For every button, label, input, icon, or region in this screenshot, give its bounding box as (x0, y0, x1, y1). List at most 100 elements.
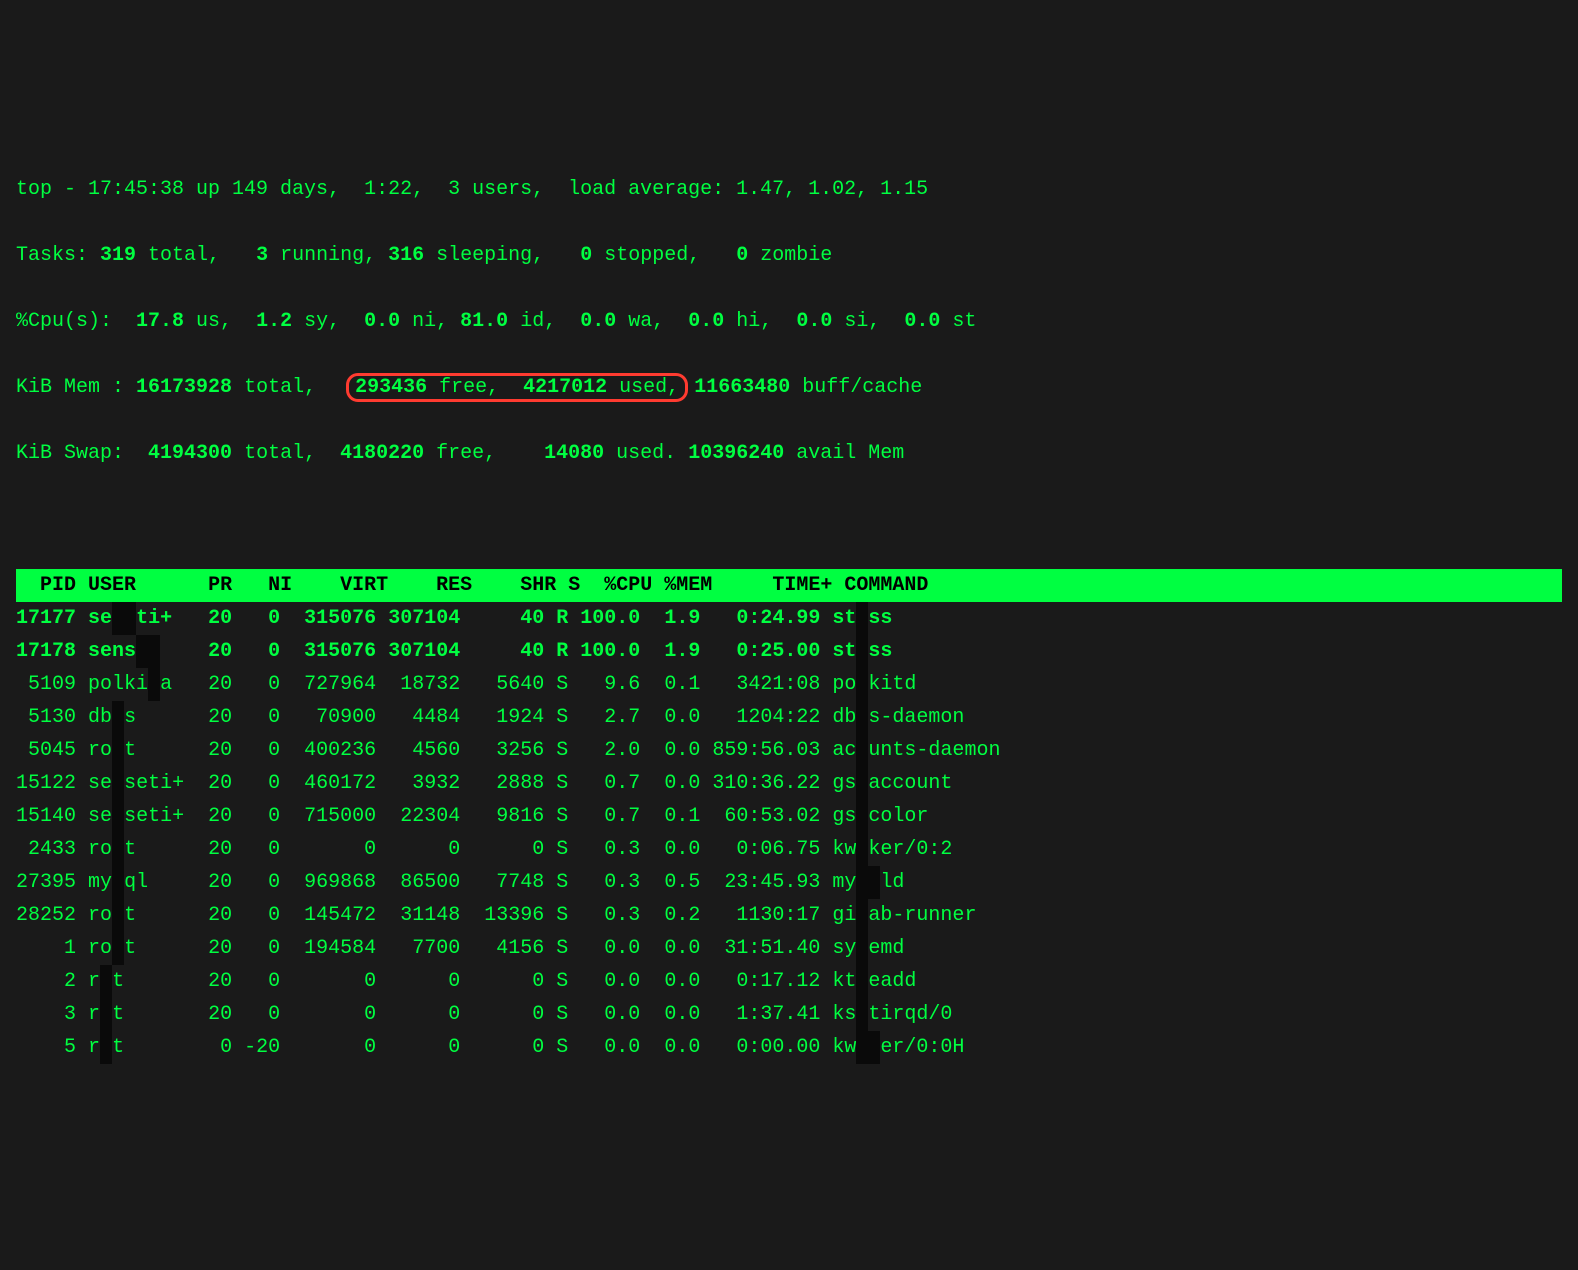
time: 0:24.99 (712, 607, 820, 630)
pid: 2 (16, 970, 76, 993)
virt: 0 (292, 1003, 376, 1026)
mem-pct: 1.9 (652, 607, 700, 630)
mem-pct: 0.0 (652, 1036, 700, 1059)
time: 0:00.00 (712, 1036, 820, 1059)
virt: 315076 (292, 607, 376, 630)
pid: 27395 (16, 871, 76, 894)
state: S (556, 838, 568, 861)
command: kw er/0:0H (832, 1036, 964, 1059)
user: r t (88, 970, 196, 993)
shr: 0 (472, 1036, 544, 1059)
state: R (556, 640, 568, 663)
mem-pct: 0.0 (652, 706, 700, 729)
user: r t (88, 1036, 196, 1059)
command: kt eadd (832, 970, 916, 993)
command: sy emd (832, 937, 904, 960)
cpu-pct: 0.0 (580, 937, 640, 960)
state: S (556, 805, 568, 828)
shr: 2888 (472, 772, 544, 795)
mem-pct: 0.0 (652, 937, 700, 960)
col-pr: PR (208, 574, 232, 597)
mem-pct: 0.1 (652, 805, 700, 828)
cpu-pct: 0.3 (580, 904, 640, 927)
user: ro t (88, 838, 196, 861)
ni: 0 (244, 607, 280, 630)
user: r t (88, 1003, 196, 1026)
pid: 5130 (16, 706, 76, 729)
shr: 1924 (472, 706, 544, 729)
state: S (556, 772, 568, 795)
shr: 40 (472, 640, 544, 663)
process-row: 5130 db s 20 0 70900 4484 1924 S 2.7 0.0… (16, 701, 1562, 734)
pr: 0 (208, 1036, 232, 1059)
process-row: 17177 se ti+ 20 0 315076 307104 40 R 100… (16, 602, 1562, 635)
command: my ld (832, 871, 904, 894)
process-row: 5109 polkita 20 0 727964 18732 5640 S 9.… (16, 668, 1562, 701)
virt: 0 (292, 970, 376, 993)
process-row: 15122 se seti+ 20 0 460172 3932 2888 S 0… (16, 767, 1562, 800)
process-row: 5 r t 0 -20 0 0 0 S 0.0 0.0 0:00.00 kw e… (16, 1031, 1562, 1064)
command: kw ker/0:2 (832, 838, 952, 861)
user: se seti+ (88, 772, 196, 795)
virt: 0 (292, 1036, 376, 1059)
pid: 17177 (16, 607, 76, 630)
ni: 0 (244, 904, 280, 927)
cpu-pct: 0.7 (580, 772, 640, 795)
user: my ql (88, 871, 196, 894)
mem-pct: 0.2 (652, 904, 700, 927)
process-row: 3 r t 20 0 0 0 0 S 0.0 0.0 1:37.41 ks ti… (16, 998, 1562, 1031)
shr: 13396 (472, 904, 544, 927)
process-row: 27395 my ql 20 0 969868 86500 7748 S 0.3… (16, 866, 1562, 899)
command: po kitd (832, 673, 916, 696)
virt: 969868 (292, 871, 376, 894)
process-row: 5045 ro t 20 0 400236 4560 3256 S 2.0 0.… (16, 734, 1562, 767)
ni: 0 (244, 838, 280, 861)
pr: 20 (208, 937, 232, 960)
virt: 460172 (292, 772, 376, 795)
time: 23:45.93 (712, 871, 820, 894)
mem-pct: 0.0 (652, 772, 700, 795)
process-row: 15140 se seti+ 20 0 715000 22304 9816 S … (16, 800, 1562, 833)
res: 86500 (388, 871, 460, 894)
ni: -20 (244, 1036, 280, 1059)
ni: 0 (244, 970, 280, 993)
time: 310:36.22 (712, 772, 820, 795)
cpu-pct: 0.7 (580, 805, 640, 828)
res: 0 (388, 970, 460, 993)
res: 22304 (388, 805, 460, 828)
pr: 20 (208, 607, 232, 630)
state: S (556, 1036, 568, 1059)
pid: 5 (16, 1036, 76, 1059)
pid: 5109 (16, 673, 76, 696)
pid: 5045 (16, 739, 76, 762)
cpu-pct: 2.0 (580, 739, 640, 762)
pr: 20 (208, 871, 232, 894)
process-table-header: PID USER PR NI VIRT RES SHR S %CPU %MEM … (16, 569, 1562, 602)
mem-pct: 0.0 (652, 739, 700, 762)
virt: 70900 (292, 706, 376, 729)
pid: 17178 (16, 640, 76, 663)
state: S (556, 904, 568, 927)
pr: 20 (208, 739, 232, 762)
time: 1204:22 (712, 706, 820, 729)
res: 4484 (388, 706, 460, 729)
process-row: 1 ro t 20 0 194584 7700 4156 S 0.0 0.0 3… (16, 932, 1562, 965)
pid: 28252 (16, 904, 76, 927)
top-cpu-line: %Cpu(s): 17.8 us, 1.2 sy, 0.0 ni, 81.0 i… (16, 305, 1562, 338)
command: db s-daemon (832, 706, 964, 729)
top-tasks-line: Tasks: 319 total, 3 running, 316 sleepin… (16, 239, 1562, 272)
col-mem: %MEM (664, 574, 712, 597)
time: 31:51.40 (712, 937, 820, 960)
res: 3932 (388, 772, 460, 795)
mem-pct: 0.1 (652, 673, 700, 696)
shr: 0 (472, 970, 544, 993)
user: polkita (88, 673, 196, 696)
pr: 20 (208, 772, 232, 795)
pr: 20 (208, 970, 232, 993)
state: S (556, 970, 568, 993)
state: R (556, 607, 568, 630)
cpu-pct: 9.6 (580, 673, 640, 696)
cpu-pct: 0.0 (580, 970, 640, 993)
mem-pct: 0.0 (652, 1003, 700, 1026)
command: gi ab-runner (832, 904, 976, 927)
